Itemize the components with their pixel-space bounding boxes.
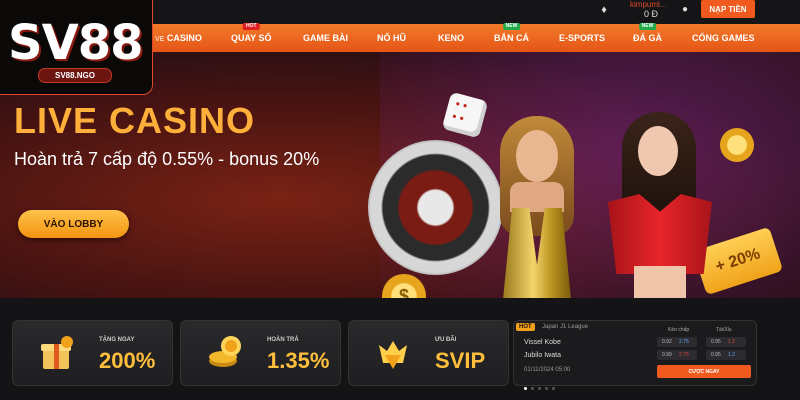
vip-crown-icon	[373, 333, 413, 373]
nav-label: E-SPORTS	[559, 33, 606, 43]
nav-label: CỔNG GAMES	[692, 33, 755, 43]
bet-now-button[interactable]: CƯỢC NGAY	[657, 365, 751, 378]
nav-label: BẮN CÁ	[494, 33, 529, 43]
team-away: Jubilo Iwata	[524, 352, 561, 359]
odds-cell[interactable]: 0.99 2.75	[657, 350, 697, 360]
nav-label: GAME BÀI	[303, 33, 348, 43]
bell-icon[interactable]: ♦	[597, 3, 611, 17]
host-red-dress-image	[598, 110, 720, 298]
coin-stack-icon	[205, 333, 245, 373]
gold-coin-image	[715, 123, 759, 167]
promo-value: 1.35%	[267, 348, 330, 373]
nav-label: KENO	[438, 33, 465, 43]
lobby-button[interactable]: VÀO LOBBY	[18, 210, 129, 238]
nav-item-game-bai[interactable]: GAME BÀI	[303, 24, 348, 52]
nav-item-da-ga[interactable]: NEW ĐÁ GÀ	[633, 23, 662, 52]
logo[interactable]: SV88 SV88.NGO	[0, 0, 153, 95]
new-badge: NEW	[638, 23, 657, 30]
promo-card-svip[interactable]: ƯU ĐÃI SVIP	[348, 320, 509, 386]
match-datetime: 01/11/2024 05:00	[524, 367, 571, 373]
deposit-button[interactable]: NẠP TIỀN	[701, 0, 755, 18]
username[interactable]: kimpuml...	[630, 0, 666, 9]
nav-label: NỔ HŨ	[377, 33, 406, 43]
hot-badge: HOT	[242, 23, 260, 30]
hot-badge: HOT	[516, 323, 535, 331]
promo-label: HOÀN TRẢ	[267, 337, 299, 343]
col-over-under: Tài/Xỉu	[716, 327, 732, 333]
promo-card-rebate[interactable]: HOÀN TRẢ 1.35%	[180, 320, 341, 386]
new-badge: NEW	[502, 23, 521, 30]
nav-prefix: VE	[155, 36, 165, 43]
match-card[interactable]: HOT Japan J1 League Vissel Kobe Jubilo I…	[513, 320, 757, 390]
team-home: Vissel Kobe	[524, 339, 561, 346]
league-name: Japan J1 League	[542, 324, 589, 330]
carousel-dots[interactable]	[524, 377, 559, 395]
nav-item-cong-games[interactable]: CỔNG GAMES	[692, 24, 755, 52]
promo-value: SVIP	[435, 348, 486, 373]
nav-item-casino[interactable]: VE CASINO	[155, 24, 202, 52]
promo-value: 200%	[99, 348, 156, 373]
gift-box-icon	[37, 333, 77, 373]
odds-cell[interactable]: 0.95 1.2	[706, 350, 746, 360]
nav-item-e-sports[interactable]: E-SPORTS	[559, 24, 605, 52]
odds-cell[interactable]: 0.92 2.75	[657, 337, 697, 347]
gold-coin-image: $	[382, 274, 426, 298]
col-handicap: Kèo chấp	[668, 327, 690, 333]
odds-cell[interactable]: 0.95 1.2	[706, 337, 746, 347]
host-gold-dress-image	[478, 112, 596, 298]
promo-label: TẶNG NGAY	[99, 337, 135, 343]
promo-card-gift[interactable]: TẶNG NGAY 200%	[12, 320, 173, 386]
nav-item-ban-ca[interactable]: NEW BẮN CÁ	[494, 23, 529, 52]
nav-item-no-hu[interactable]: NỔ HŨ	[377, 24, 406, 52]
hero-title: LIVE CASINO	[14, 100, 256, 141]
logo-domain: SV88.NGO	[38, 68, 112, 83]
nav-label: ĐÁ GÀ	[633, 33, 662, 43]
balance: 0 Đ	[644, 9, 659, 19]
nav-label: QUAY SỐ	[231, 33, 272, 43]
nav-item-keno[interactable]: KENO	[438, 24, 464, 52]
promo-label: ƯU ĐÃI	[435, 337, 457, 343]
hero-subtitle: Hoàn trả 7 cấp độ 0.55% - bonus 20%	[14, 149, 320, 169]
nav-item-quay-so[interactable]: HOT QUAY SỐ	[231, 23, 272, 52]
promo-strip: TẶNG NGAY 200% HOÀN TRẢ 1.35% ƯU ĐÃI SVI…	[0, 298, 800, 400]
logo-wordmark: SV88	[8, 15, 144, 71]
nav-label: CASINO	[166, 33, 202, 43]
user-icon[interactable]: ●	[678, 3, 692, 17]
